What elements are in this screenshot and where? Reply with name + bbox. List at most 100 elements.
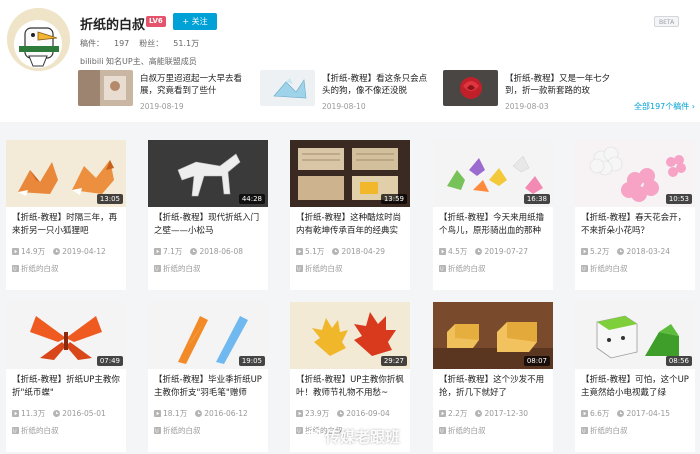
video-thumbnail[interactable]: 08:07	[433, 302, 553, 369]
video-thumbnail[interactable]: 07:49	[6, 302, 126, 369]
recent-title[interactable]: 【折纸-教程】又是一年七夕到，折一款新套路的玫	[505, 73, 617, 97]
recent-title[interactable]: 【折纸-教程】看这条只会点头的狗，像不像还没脱	[322, 73, 434, 97]
view-count: 4.5万	[448, 247, 468, 256]
video-card[interactable]: 13:59 【折纸-教程】这种酷炫时尚内有乾坤传承百年的经典实 5.1万 2018…	[290, 140, 410, 290]
uploader-icon: U	[12, 265, 19, 272]
play-count-icon	[296, 410, 303, 417]
uploader-name[interactable]: 折纸的白叔	[590, 264, 628, 273]
video-meta: 7.1万 2018-06-08	[154, 246, 243, 257]
video-duration: 44:28	[238, 194, 265, 204]
upload-date: 2016-05-01	[62, 409, 106, 418]
video-thumbnail[interactable]: 13:59	[290, 140, 410, 207]
svg-text:U: U	[155, 429, 159, 434]
video-thumbnail[interactable]: 10:53	[575, 140, 695, 207]
video-uploader[interactable]: U 折纸的白叔	[439, 263, 486, 274]
svg-text:U: U	[13, 267, 17, 272]
video-meta: 23.9万 2016-09-04	[296, 408, 390, 419]
video-uploader[interactable]: U 折纸的白叔	[154, 263, 201, 274]
video-title[interactable]: 【折纸-教程】可怕，这个UP主竟然给小电视戴了绿	[581, 374, 693, 400]
recent-thumbnail[interactable]	[260, 70, 315, 106]
fans-stat: 粉丝： 51.1万	[139, 39, 199, 48]
clock-icon	[617, 410, 625, 417]
uploader-name[interactable]: 折纸的白叔	[305, 264, 343, 273]
uploader-name[interactable]: 折纸的白叔	[590, 426, 628, 435]
video-title[interactable]: 【折纸-教程】毕业季折纸UP主教你折支"羽毛笔"赠师	[154, 374, 266, 400]
video-title[interactable]: 【折纸-教程】今天来用纸撸个鸟儿，原形骑出血的那种	[439, 212, 551, 238]
video-thumbnail[interactable]: 29:27	[290, 302, 410, 369]
recent-date: 2019-08-03	[505, 102, 549, 111]
beta-tag[interactable]: BETA	[654, 16, 680, 27]
video-uploader[interactable]: U 折纸的白叔	[439, 425, 486, 436]
video-meta: 6.6万 2017-04-15	[581, 408, 670, 419]
video-title[interactable]: 【折纸-教程】时隔三年，再来折另一只小狐狸吧	[12, 212, 124, 238]
recent-thumbnail[interactable]	[78, 70, 133, 106]
video-uploader[interactable]: U 折纸的白叔	[581, 425, 628, 436]
video-duration: 08:07	[523, 356, 550, 366]
view-count: 11.3万	[21, 409, 46, 418]
view-count: 2.2万	[448, 409, 468, 418]
video-title[interactable]: 【折纸-教程】UP主教你折枫叶！教师节礼物不用愁~	[296, 374, 408, 400]
play-count-icon	[296, 248, 303, 255]
uploader-name[interactable]: 折纸的白叔	[21, 426, 59, 435]
recent-video-3[interactable]: 【折纸-教程】又是一年七夕到，折一款新套路的玫 2019-08-03	[443, 70, 623, 114]
video-uploader[interactable]: U 折纸的白叔	[154, 425, 201, 436]
username[interactable]: 折纸的白叔	[80, 14, 145, 33]
svg-text:U: U	[440, 429, 444, 434]
avatar[interactable]	[7, 8, 70, 71]
video-duration: 07:49	[96, 356, 123, 366]
video-meta: 5.1万 2018-04-29	[296, 246, 385, 257]
video-title[interactable]: 【折纸-教程】这种酷炫时尚内有乾坤传承百年的经典实	[296, 212, 408, 238]
uploader-icon: U	[296, 265, 303, 272]
video-card[interactable]: 10:53 【折纸-教程】春天花会开，不来折朵小花吗？ 5.2万 2018-03-…	[575, 140, 695, 290]
recent-date: 2019-08-19	[140, 102, 184, 111]
all-videos-link[interactable]: 全部197个稿件 ›	[634, 101, 695, 112]
video-duration: 08:56	[665, 356, 692, 366]
verification-text: bilibili 知名UP主、高能联盟成员	[80, 57, 197, 66]
uploader-name[interactable]: 折纸的白叔	[21, 264, 59, 273]
uploader-name[interactable]: 折纸的白叔	[448, 426, 486, 435]
video-title[interactable]: 【折纸-教程】折纸UP主教你折"纸币蝶"	[12, 374, 124, 400]
video-duration: 13:05	[96, 194, 123, 204]
video-title[interactable]: 【折纸-教程】春天花会开，不来折朵小花吗？	[581, 212, 693, 238]
video-title[interactable]: 【折纸-教程】现代折纸入门之壁——小松马	[154, 212, 266, 238]
uploader-icon: U	[439, 427, 446, 434]
video-duration: 13:59	[380, 194, 407, 204]
video-card[interactable]: 08:07 【折纸-教程】这个沙发不用抢，折几下就好了 2.2万 2017-12-…	[433, 302, 553, 452]
video-thumbnail[interactable]: 19:05	[148, 302, 268, 369]
video-uploader[interactable]: U 折纸的白叔	[296, 263, 343, 274]
video-uploader[interactable]: U 折纸的白叔	[581, 263, 628, 274]
play-count-icon	[581, 410, 588, 417]
user-stats: 稿件： 197 粉丝： 51.1万	[80, 38, 199, 49]
recent-video-1[interactable]: 白叔万里迢迢起一大早去看展，究竟看到了些什 2019-08-19	[78, 70, 258, 114]
follow-button[interactable]: + 关注	[173, 13, 217, 30]
video-card[interactable]: 16:38 【折纸-教程】今天来用纸撸个鸟儿，原形骑出血的那种 4.5万 2019…	[433, 140, 553, 290]
play-count-icon	[439, 410, 446, 417]
upload-date: 2019-07-27	[484, 247, 529, 256]
clock-icon	[190, 248, 198, 255]
recent-thumbnail[interactable]	[443, 70, 498, 106]
video-thumbnail[interactable]: 44:28	[148, 140, 268, 207]
video-thumbnail[interactable]: 16:38	[433, 140, 553, 207]
uploader-name[interactable]: 折纸的白叔	[448, 264, 486, 273]
clock-icon	[53, 248, 61, 255]
video-thumbnail[interactable]: 08:56	[575, 302, 695, 369]
video-card[interactable]: 07:49 【折纸-教程】折纸UP主教你折"纸币蝶" 11.3万 2016-05-…	[6, 302, 126, 452]
uploader-name[interactable]: 折纸的白叔	[163, 264, 201, 273]
video-card[interactable]: 19:05 【折纸-教程】毕业季折纸UP主教你折支"羽毛笔"赠师 18.1万 20…	[148, 302, 268, 452]
svg-text:U: U	[440, 267, 444, 272]
recent-video-2[interactable]: 【折纸-教程】看这条只会点头的狗，像不像还没脱 2019-08-10	[260, 70, 440, 114]
video-uploader[interactable]: U 折纸的白叔	[12, 263, 59, 274]
play-count-icon	[439, 248, 446, 255]
uploader-name[interactable]: 折纸的白叔	[163, 426, 201, 435]
video-thumbnail[interactable]: 13:05	[6, 140, 126, 207]
video-meta: 4.5万 2019-07-27	[439, 246, 528, 257]
video-card[interactable]: 44:28 【折纸-教程】现代折纸入门之壁——小松马 7.1万 2018-06-0…	[148, 140, 268, 290]
watermark-text: 传媒老跟班	[325, 428, 401, 446]
recent-title[interactable]: 白叔万里迢迢起一大早去看展，究竟看到了些什	[140, 73, 252, 97]
video-card[interactable]: 08:56 【折纸-教程】可怕，这个UP主竟然给小电视戴了绿 6.6万 2017-…	[575, 302, 695, 452]
video-duration: 29:27	[380, 356, 407, 366]
video-card[interactable]: 13:05 【折纸-教程】时隔三年，再来折另一只小狐狸吧 14.9万 2019-0…	[6, 140, 126, 290]
video-title[interactable]: 【折纸-教程】这个沙发不用抢，折几下就好了	[439, 374, 551, 400]
video-uploader[interactable]: U 折纸的白叔	[12, 425, 59, 436]
recent-date: 2019-08-10	[322, 102, 366, 111]
